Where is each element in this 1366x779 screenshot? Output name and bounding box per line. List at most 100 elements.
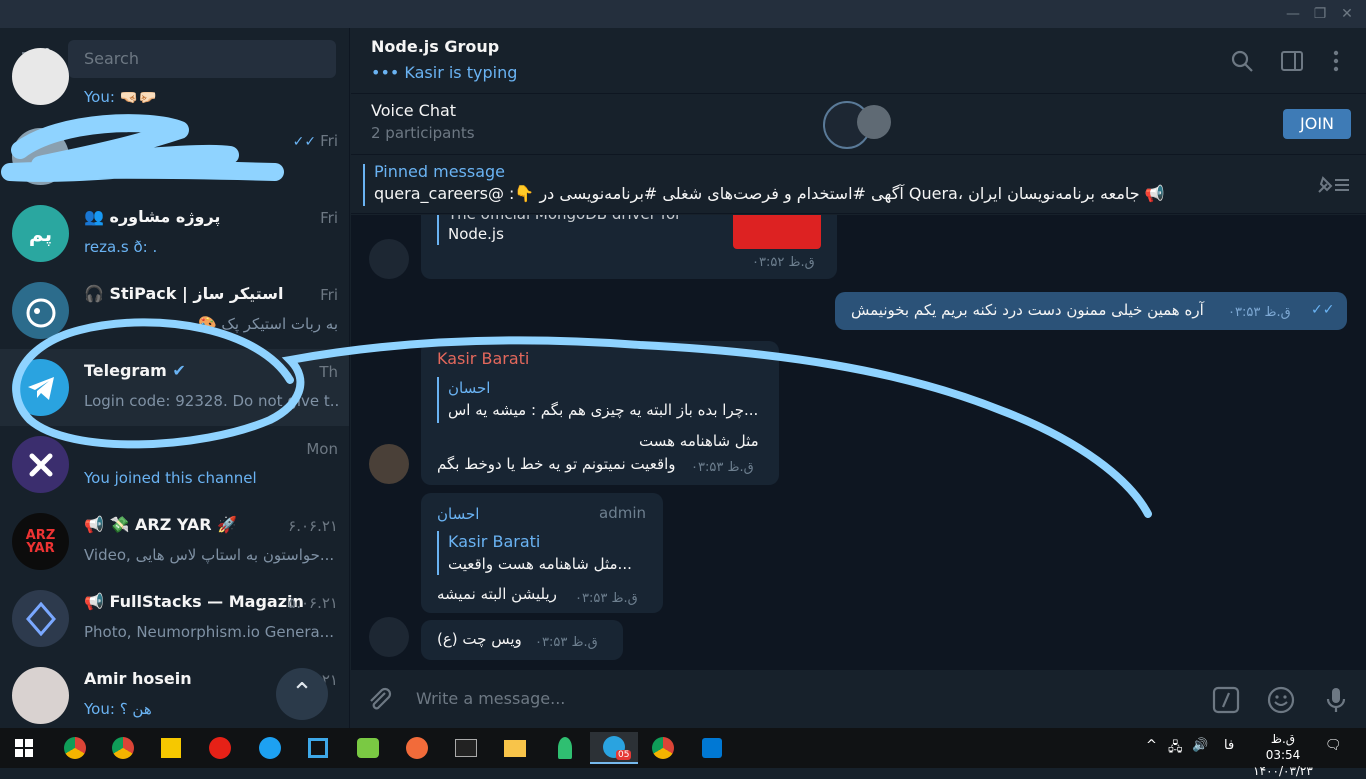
chat-preview: Video, حواستون به استاپ لاس هایی... — [84, 546, 335, 564]
voice-chat-bar[interactable]: Voice Chat 2 participants JOIN — [351, 95, 1366, 155]
chevron-up-icon[interactable]: ^ — [1146, 738, 1157, 753]
restore-icon[interactable]: ❐ — [1310, 4, 1330, 24]
chat-name: Amir hosein — [84, 669, 192, 688]
postman-icon[interactable] — [397, 732, 437, 764]
microphone-icon[interactable] — [1321, 685, 1351, 715]
chat-name: 📢 FullStacks — Magazine — [84, 592, 304, 611]
message-text: واقعیت نمیتونم تو یه خط یا دوخط بگم — [437, 455, 676, 473]
double-check-icon: ✓✓ — [292, 134, 317, 150]
chat-list-item[interactable]: Mon You joined this channel — [0, 426, 349, 503]
message-bubble-outgoing[interactable]: آره همین خیلی ممنون دست درد نکنه بریم یک… — [835, 292, 1347, 330]
message-text: ریلیشن البته نمیشه — [437, 585, 557, 603]
volume-icon[interactable]: 🔊 — [1192, 738, 1208, 753]
network-icon[interactable]: 🖧 — [1168, 738, 1183, 760]
unread-badge: 05 — [616, 750, 632, 760]
avatar — [12, 128, 69, 185]
bot-command-icon[interactable] — [1211, 685, 1241, 715]
chrome-icon[interactable] — [643, 732, 683, 764]
chat-name: 🎧 StiPack | استیکر ساز — [84, 284, 284, 303]
chat-list-item[interactable]: ARZ YAR 📢 💸 ARZ YAR 🚀 ۶.۰۶.۲۱ Video, حواس… — [0, 503, 349, 580]
avatar: پم — [12, 205, 69, 262]
notification-icon[interactable]: 🗨 — [1325, 738, 1342, 753]
scroll-up-button[interactable]: ⌃ — [276, 668, 328, 720]
more-vertical-icon[interactable] — [1323, 48, 1349, 74]
reply-bar — [437, 531, 439, 575]
file-explorer-icon[interactable] — [495, 732, 535, 764]
reply-sender: Kasir Barati — [448, 532, 541, 551]
message-bubble[interactable]: The official MongoDB driver for Node.js … — [421, 215, 837, 279]
sender-avatar — [369, 617, 409, 657]
reply-text: چرا بده باز البته یه چیزی هم بگم : میشه … — [448, 401, 759, 419]
close-icon[interactable]: ✕ — [1337, 4, 1357, 24]
vscode-icon[interactable] — [692, 732, 732, 764]
join-voice-chat-button[interactable]: JOIN — [1283, 109, 1351, 139]
message-input[interactable]: Write a message... — [416, 689, 565, 708]
twitter-icon[interactable] — [250, 732, 290, 764]
message-history[interactable]: The official MongoDB driver for Node.js … — [351, 215, 1366, 670]
minimize-icon[interactable]: — — [1283, 4, 1303, 24]
attach-icon[interactable] — [365, 685, 395, 715]
message-bubble[interactable]: Kasir Barati احسان چرا بده باز البته یه … — [421, 341, 779, 485]
chat-list-sidebar: Search You: 🤜🏻🤛🏻 ✓✓ Fri پم 👥 پروژه مشاوره… — [0, 28, 350, 728]
sticky-notes-icon[interactable] — [151, 732, 191, 764]
app-icon[interactable] — [298, 732, 338, 764]
message-time: ق.ظ ۰۳:۵۳ — [575, 591, 638, 606]
sender-name: احسان — [437, 505, 480, 523]
megaphone-icon: 📢 — [84, 592, 110, 611]
avatar — [12, 667, 69, 724]
chat-list-item[interactable]: You: 🤜🏻🤛🏻 — [0, 48, 349, 112]
avatar — [12, 48, 69, 105]
chat-list-item[interactable]: 🎧 StiPack | استیکر ساز Fri به ربات استیک… — [0, 272, 349, 349]
chat-preview: You: 🤜🏻🤛🏻 — [84, 88, 158, 106]
chat-preview: به ربات استیکر پک 🎨 ... — [178, 315, 338, 333]
message-bubble[interactable]: احسان admin Kasir Barati مثل شاهنامه هست… — [421, 493, 663, 613]
avatar — [12, 282, 69, 339]
chat-preview: Photo, Neumorphism.io Genera... — [84, 623, 334, 641]
pinned-label: Pinned message — [374, 162, 506, 181]
chat-list-item-telegram[interactable]: Telegram ✔ Th Login code: 92328. Do not … — [0, 349, 349, 426]
clock-date: ۱۴۰۰/۰۳/۲۳ — [1253, 764, 1313, 778]
chat-list-item[interactable]: پم 👥 پروژه مشاوره Fri reza.s ð: . — [0, 195, 349, 272]
avatar — [12, 590, 69, 647]
chat-list-item[interactable]: ✓✓ Fri — [0, 118, 349, 195]
chrome-icon[interactable] — [55, 732, 95, 764]
clock[interactable]: ق.ظ 03:54 ۱۴۰۰/۰۳/۲۳ — [1252, 731, 1314, 779]
telegram-taskbar-icon[interactable]: 05 — [590, 732, 638, 764]
chat-header[interactable]: Node.js Group ••• Kasir is typing — [351, 28, 1366, 94]
chat-name: 📢 💸 ARZ YAR 🚀 — [84, 515, 238, 534]
message-time: ق.ظ ۰۳:۵۳ — [691, 460, 754, 475]
message-text: ویس چت (ع) — [437, 630, 522, 648]
double-check-icon: ✓✓ — [1311, 302, 1335, 318]
typing-status: ••• Kasir is typing — [371, 63, 518, 82]
telegram-logo-icon — [12, 359, 69, 416]
sender-name: Kasir Barati — [437, 349, 530, 368]
message-bubble[interactable]: ویس چت (ع) ق.ظ ۰۳:۵۳ — [421, 620, 623, 660]
chevron-up-icon: ⌃ — [291, 678, 313, 708]
message-time: ق.ظ ۰۳:۵۳ — [1228, 305, 1291, 320]
sidebar-toggle-icon[interactable] — [1279, 48, 1305, 74]
voice-chat-title: Voice Chat — [371, 101, 457, 120]
app-icon[interactable] — [348, 732, 388, 764]
pinned-list-icon[interactable] — [1317, 174, 1351, 196]
chat-time: Fri — [320, 286, 338, 304]
windows-start-icon[interactable] — [4, 732, 44, 764]
message-time: ق.ظ ۰۳:۵۳ — [535, 635, 598, 650]
pinned-message-bar[interactable]: Pinned message 📢 جامعه برنامه‌نویسان ایر… — [351, 156, 1366, 214]
chat-time: Mon — [306, 440, 338, 458]
language-indicator[interactable]: فا — [1224, 738, 1234, 753]
chat-list-item[interactable]: 📢 FullStacks — Magazine ۵.۰۶.۲۱ Photo, N… — [0, 580, 349, 657]
youtube-music-icon[interactable] — [200, 732, 240, 764]
sender-avatar — [369, 239, 409, 279]
app-icon[interactable] — [545, 732, 585, 764]
megaphone-icon: 📢 — [84, 515, 110, 534]
link-preview-image — [733, 215, 821, 249]
chat-time: Fri — [320, 209, 338, 227]
terminal-icon[interactable] — [446, 732, 486, 764]
pinned-accent-bar — [363, 164, 365, 206]
emoji-icon[interactable] — [1266, 685, 1296, 715]
chrome-icon[interactable] — [103, 732, 143, 764]
link-preview-text: Node.js — [448, 225, 504, 243]
search-icon[interactable] — [1229, 48, 1255, 74]
message-time: ق.ظ ۰۳:۵۲ — [752, 255, 815, 270]
clock-time: ق.ظ 03:54 — [1265, 732, 1301, 762]
